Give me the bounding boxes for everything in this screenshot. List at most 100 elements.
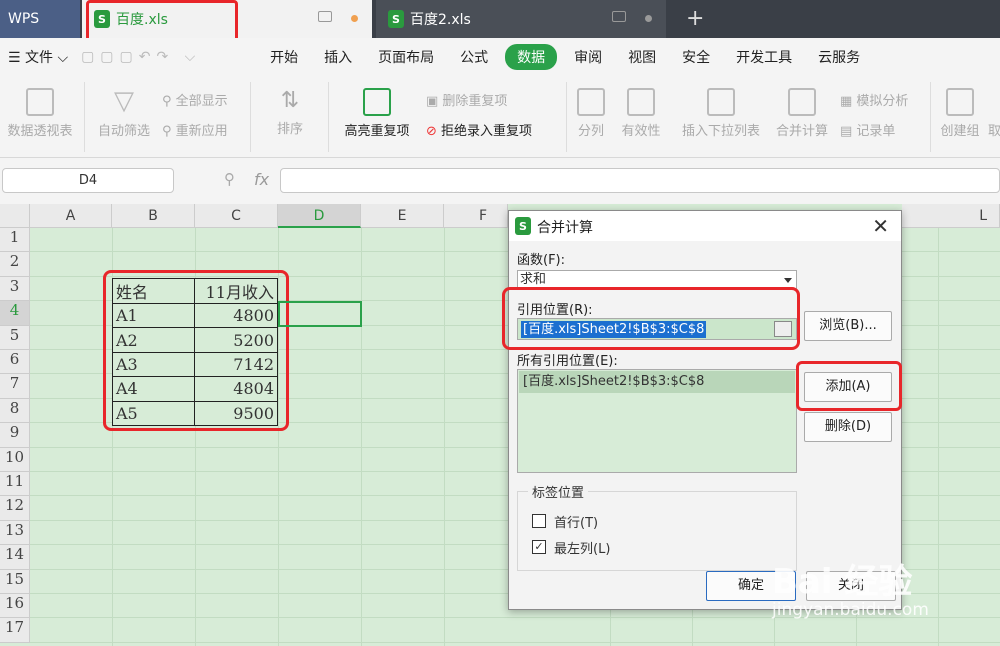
fx-icon[interactable]: fx — [254, 170, 269, 189]
delete-duplicates-button[interactable]: ▣ 删除重复项 — [426, 90, 507, 109]
col-header-d[interactable]: D — [278, 204, 361, 228]
validity-button[interactable]: 有效性 — [614, 88, 668, 139]
menu-item-data[interactable]: 数据 — [505, 44, 558, 70]
split-button[interactable]: 分列 — [572, 88, 610, 139]
menu-item-review[interactable]: 审阅 — [561, 47, 615, 67]
col-header-c[interactable]: C — [195, 204, 278, 228]
insert-dropdown-icon — [707, 88, 735, 116]
quick-access-icons: ▢▢▢↶↷ ⌵ — [81, 49, 202, 65]
row-header-12[interactable]: 12 — [0, 496, 30, 521]
first-row-checkbox[interactable] — [532, 514, 546, 528]
ribbon-separator — [328, 82, 329, 152]
select-all-corner[interactable] — [0, 204, 30, 228]
row-header-8[interactable]: 8 — [0, 398, 30, 424]
monitor-icon[interactable] — [318, 11, 332, 22]
col-header-a[interactable]: A — [30, 204, 112, 228]
col-header-e[interactable]: E — [361, 204, 444, 228]
highlight-duplicates-button[interactable]: 高亮重复项 — [336, 88, 418, 139]
row-header-5[interactable]: 5 — [0, 325, 30, 350]
row-header-14[interactable]: 14 — [0, 545, 30, 570]
new-tab-plus-icon[interactable]: + — [686, 6, 704, 31]
split-icon — [577, 88, 605, 116]
menu-item-page-layout[interactable]: 页面布局 — [365, 47, 447, 67]
highlight-dup-label: 高亮重复项 — [344, 124, 410, 139]
record-icon: ▤ — [840, 124, 857, 139]
row-header-9[interactable]: 9 — [0, 423, 30, 448]
menu-item-developer[interactable]: 开发工具 — [723, 47, 805, 67]
leftmost-col-checkbox[interactable]: ✓ — [532, 540, 546, 554]
watermark-url: jingyan.baidu.com — [772, 600, 929, 620]
cancel-group-icon — [988, 88, 1000, 120]
row-header-15[interactable]: 15 — [0, 569, 30, 594]
highlight-add-box — [796, 361, 902, 411]
formula-bar: D4 ⚲ fx — [0, 158, 1000, 204]
selected-cell-d4[interactable] — [278, 301, 362, 327]
list-item[interactable]: [百度.xls]Sheet2!$B$3:$C$8 — [519, 371, 795, 393]
col-header-b[interactable]: B — [112, 204, 195, 228]
menu-item-security[interactable]: 安全 — [669, 47, 723, 67]
highlight-table-box — [103, 270, 289, 431]
monitor-icon[interactable] — [612, 11, 626, 22]
pivot-table-icon — [26, 88, 54, 116]
create-group-button[interactable]: 创建组 — [936, 88, 984, 139]
label-position-group: 标签位置 首行(T) ✓ 最左列(L) — [517, 482, 797, 571]
browse-button[interactable]: 浏览(B)... — [804, 311, 892, 341]
wps-logo[interactable]: WPS — [0, 0, 80, 38]
col-header-l[interactable]: L — [902, 204, 1000, 228]
file-menu-label: 文件 — [25, 50, 54, 66]
menu-item-formula[interactable]: 公式 — [447, 47, 501, 67]
row-header-10[interactable]: 10 — [0, 447, 30, 472]
row-header-16[interactable]: 16 — [0, 594, 30, 619]
tab-baidu2-xls[interactable]: S 百度2.xls — [376, 0, 666, 38]
create-group-icon — [946, 88, 974, 116]
menu-item-insert[interactable]: 插入 — [311, 47, 365, 67]
cancel-group-button[interactable]: 取 — [988, 88, 1000, 139]
row-header-3[interactable]: 3 — [0, 276, 30, 302]
ribbon-separator — [930, 82, 931, 152]
delete-button[interactable]: 删除(D) — [804, 412, 892, 442]
consolidate-button[interactable]: 合并计算 — [770, 88, 834, 139]
function-label: 函数(F): — [517, 253, 566, 268]
insert-dropdown-button[interactable]: 插入下拉列表 — [676, 88, 766, 139]
chevron-down-icon — [784, 278, 792, 283]
spreadsheet-icon: S — [515, 217, 531, 235]
reject-duplicates-icon: ⊘ — [426, 124, 442, 139]
record-form-button[interactable]: ▤ 记录单 — [840, 120, 895, 139]
sort-button[interactable]: ⇅ 排序 — [258, 88, 322, 137]
reapply-button[interactable]: ⚲ 重新应用 — [162, 120, 228, 139]
row-header-6[interactable]: 6 — [0, 350, 30, 375]
ribbon-separator — [84, 82, 85, 152]
menu-item-cloud[interactable]: 云服务 — [805, 47, 873, 67]
autofilter-button[interactable]: ▽ 自动筛选 — [94, 88, 154, 139]
simulate-analysis-button[interactable]: ▦ 模拟分析 — [840, 90, 908, 109]
validity-label: 有效性 — [621, 124, 661, 139]
reject-duplicates-button[interactable]: ⊘ 拒绝录入重复项 — [426, 120, 532, 139]
row-header-7[interactable]: 7 — [0, 374, 30, 399]
simulate-label: 模拟分析 — [856, 94, 909, 109]
zoom-search-icon[interactable]: ⚲ — [224, 170, 235, 188]
row-header-17[interactable]: 17 — [0, 618, 30, 643]
highlight-ref-box — [502, 287, 800, 350]
wps-logo-text: WPS — [8, 11, 40, 27]
filter-icon: ▽ — [114, 86, 134, 116]
file-menu[interactable]: ☰ 文件 ⌵ — [0, 47, 81, 67]
show-all-button[interactable]: ⚲ 全部显示 — [162, 90, 228, 109]
row-header-11[interactable]: 11 — [0, 472, 30, 497]
name-box[interactable]: D4 — [2, 168, 174, 193]
function-select-value: 求和 — [520, 272, 547, 287]
formula-input[interactable] — [280, 168, 1000, 193]
grid-line — [444, 228, 445, 646]
close-icon[interactable]: ✕ — [872, 214, 889, 238]
row-header-2[interactable]: 2 — [0, 252, 30, 277]
row-header-1[interactable]: 1 — [0, 228, 30, 253]
col-header-f[interactable]: F — [444, 204, 508, 228]
simulate-icon: ▦ — [840, 94, 857, 109]
row-header-13[interactable]: 13 — [0, 520, 30, 546]
sort-icon: ⇅ — [280, 88, 300, 113]
menu-item-view[interactable]: 视图 — [615, 47, 669, 67]
menu-item-start[interactable]: 开始 — [257, 47, 311, 67]
ribbon-separator — [566, 82, 567, 152]
all-refs-list[interactable]: [百度.xls]Sheet2!$B$3:$C$8 — [517, 369, 797, 473]
pivot-table-button[interactable]: 数据透视表 — [4, 88, 76, 139]
row-header-4[interactable]: 4 — [0, 301, 30, 326]
